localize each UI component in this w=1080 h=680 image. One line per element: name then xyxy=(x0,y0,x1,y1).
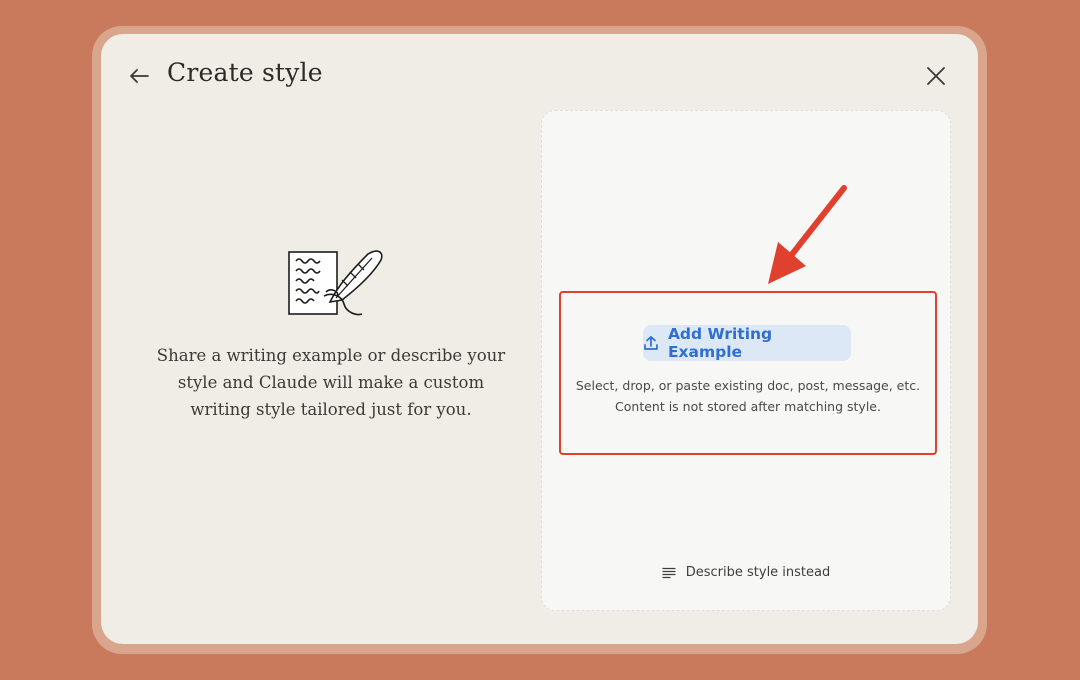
upload-help-line: Select, drop, or paste existing doc, pos… xyxy=(575,378,921,393)
intro-text-line: Share a writing example or describe your xyxy=(156,346,506,365)
red-arrow-annotation xyxy=(768,185,847,284)
upload-icon xyxy=(644,335,658,350)
intro-text-line: style and Claude will make a custom xyxy=(177,373,485,392)
upload-panel[interactable]: Add Writing Example Select, drop, or pas… xyxy=(541,110,951,611)
describe-style-label: Describe style instead xyxy=(685,565,831,580)
arrow-left-icon xyxy=(130,69,149,83)
back-button[interactable] xyxy=(123,62,155,90)
dialog-header: Create style xyxy=(101,34,978,114)
close-icon xyxy=(927,67,945,85)
describe-style-instead-button[interactable]: Describe style instead xyxy=(542,565,950,580)
upload-help-line: Content is not stored after matching sty… xyxy=(615,399,881,414)
text-lines-icon xyxy=(662,567,676,578)
upload-drop-zone[interactable]: Add Writing Example Select, drop, or pas… xyxy=(559,291,937,455)
upload-help-text: Select, drop, or paste existing doc, pos… xyxy=(561,375,935,417)
add-writing-example-button[interactable]: Add Writing Example xyxy=(643,325,851,361)
close-button[interactable] xyxy=(922,62,950,90)
create-style-dialog: Create style Share a writing example or … xyxy=(101,34,978,644)
add-writing-example-label: Add Writing Example xyxy=(667,325,773,361)
intro-text: Share a writing example or describe your… xyxy=(131,342,531,423)
intro-panel: Share a writing example or describe your… xyxy=(131,114,531,614)
page-title: Create style xyxy=(167,58,323,87)
quill-writing-illustration xyxy=(288,250,383,316)
intro-text-line: writing style tailored just for you. xyxy=(190,400,472,419)
